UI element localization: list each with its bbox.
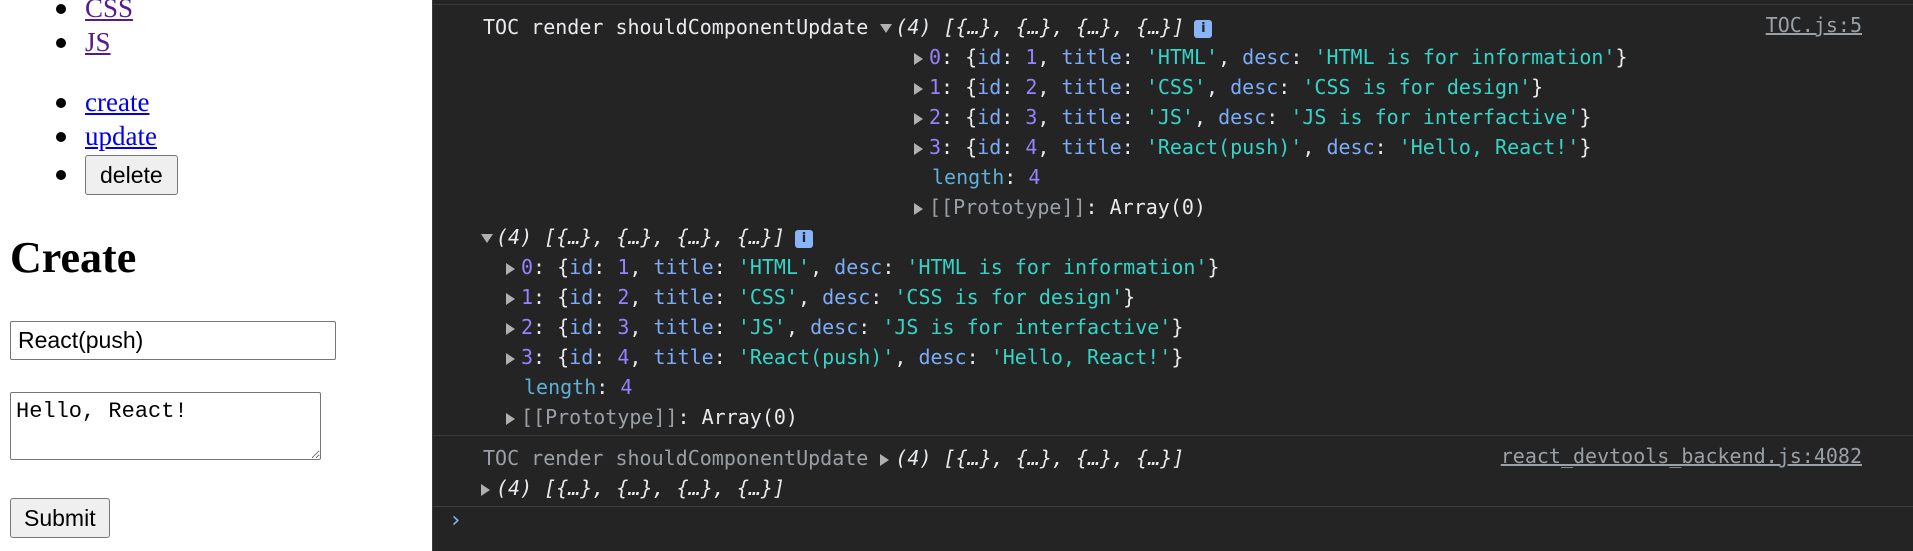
array-length: length: 4	[524, 375, 633, 399]
log-entry-array[interactable]: (4) [{…}, {…}, {…}, {…}]	[481, 473, 785, 503]
expand-toggle[interactable]: (4) [{…}, {…}, {…}, {…}]	[880, 15, 1184, 39]
list-item: CSS	[56, 0, 133, 25]
toc-link-css[interactable]: CSS	[85, 0, 133, 23]
log-label: TOC render shouldComponentUpdate	[483, 446, 869, 470]
divider	[433, 4, 1913, 5]
caret-down-icon	[481, 234, 493, 243]
info-icon[interactable]: i	[794, 229, 813, 248]
array-item-3[interactable]: 3: {id: 4, title: 'React(push)', desc: '…	[506, 342, 1183, 372]
array-item-0[interactable]: 0: {id: 1, title: 'HTML', desc: 'HTML is…	[506, 252, 1220, 282]
caret-right-icon	[506, 412, 515, 425]
array-prototype[interactable]: [[Prototype]]: Array(0)	[506, 402, 798, 432]
create-link[interactable]: create	[85, 87, 149, 117]
caret-right-icon	[506, 322, 515, 335]
caret-right-icon	[506, 292, 515, 305]
caret-right-icon	[506, 352, 515, 365]
console-prompt-icon[interactable]: ›	[449, 508, 462, 533]
array-item-3[interactable]: 3: {id: 4, title: 'React(push)', desc: '…	[914, 132, 1591, 162]
caret-right-icon	[880, 453, 890, 466]
bullet	[56, 170, 66, 180]
expand-toggle[interactable]: (4) [{…}, {…}, {…}, {…}]	[880, 446, 1184, 470]
info-icon[interactable]: i	[1194, 19, 1213, 38]
list-item: create	[56, 85, 178, 119]
control-list: create update delete	[56, 85, 178, 199]
array-prototype[interactable]: [[Prototype]]: Array(0)	[914, 192, 1206, 222]
log-entry-label: TOC render shouldComponentUpdate (4) [{……	[483, 443, 1184, 473]
desc-textarea[interactable]: Hello, React!	[10, 392, 321, 460]
array-item-2[interactable]: 2: {id: 3, title: 'JS', desc: 'JS is for…	[506, 312, 1183, 342]
page-panel: CSS JS create update delete Create Hello…	[0, 0, 432, 551]
bullet	[56, 38, 66, 48]
title-input[interactable]	[10, 321, 336, 360]
array-summary: (4) [{…}, {…}, {…}, {…}]	[895, 15, 1185, 39]
caret-right-icon	[914, 82, 923, 95]
devtools-console: TOC render shouldComponentUpdate (4) [{……	[432, 0, 1913, 551]
delete-button[interactable]: delete	[85, 155, 178, 195]
array-length: length: 4	[932, 165, 1041, 189]
caret-right-icon	[914, 142, 923, 155]
array-summary: (4) [{…}, {…}, {…}, {…}]	[496, 476, 785, 500]
caret-right-icon	[506, 262, 515, 275]
array-item-1[interactable]: 1: {id: 2, title: 'CSS', desc: 'CSS is f…	[914, 72, 1543, 102]
log-entry-label: TOC render shouldComponentUpdate (4) [{……	[483, 12, 1213, 42]
create-heading: Create	[10, 233, 137, 282]
caret-right-icon	[481, 483, 490, 496]
source-link[interactable]: TOC.js:5	[1766, 10, 1862, 40]
log-label: TOC render shouldComponentUpdate	[483, 15, 869, 39]
caret-down-icon	[880, 24, 893, 33]
caret-right-icon	[914, 52, 923, 65]
array-item-2[interactable]: 2: {id: 3, title: 'JS', desc: 'JS is for…	[914, 102, 1591, 132]
array-item-0[interactable]: 0: {id: 1, title: 'HTML', desc: 'HTML is…	[914, 42, 1628, 72]
toc-list: CSS JS	[56, 0, 133, 59]
list-item: delete	[56, 153, 178, 199]
bullet	[56, 132, 66, 142]
array-summary: (4) [{…}, {…}, {…}, {…}]	[496, 225, 785, 249]
divider	[433, 435, 1913, 436]
bullet	[56, 98, 66, 108]
caret-right-icon	[914, 112, 923, 125]
submit-button[interactable]: Submit	[10, 498, 110, 538]
update-link[interactable]: update	[85, 121, 157, 151]
list-item: JS	[56, 25, 133, 59]
bullet	[56, 4, 66, 14]
toc-link-js[interactable]: JS	[85, 27, 111, 57]
log-entry-array[interactable]: (4) [{…}, {…}, {…}, {…}] i	[481, 222, 813, 252]
list-item: update	[56, 119, 178, 153]
source-link[interactable]: react_devtools_backend.js:4082	[1501, 441, 1862, 471]
array-summary: (4) [{…}, {…}, {…}, {…}]	[895, 446, 1185, 470]
divider	[433, 506, 1913, 507]
array-item-1[interactable]: 1: {id: 2, title: 'CSS', desc: 'CSS is f…	[506, 282, 1135, 312]
caret-right-icon	[914, 202, 923, 215]
